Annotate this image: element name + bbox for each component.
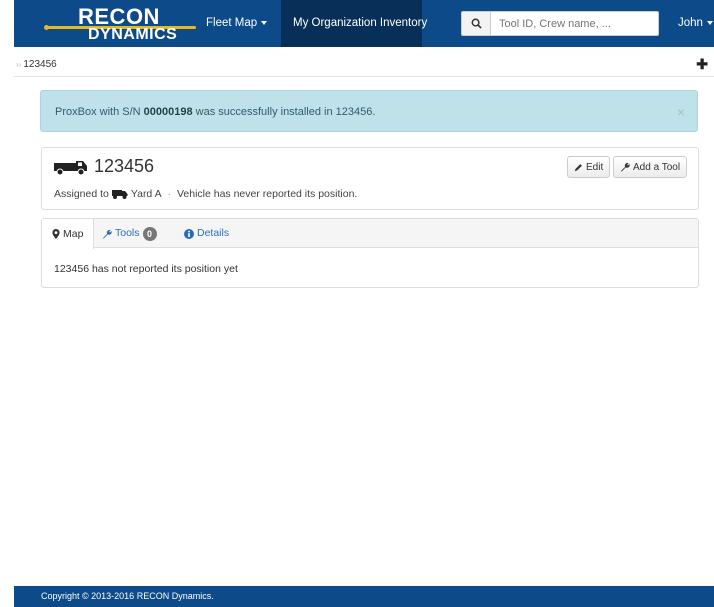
breadcrumb-bar: ›› 123456 ✚ — [14, 55, 714, 77]
yard-link[interactable]: Yard A — [131, 188, 162, 200]
vehicle-title: 123456 — [54, 156, 154, 177]
search-icon — [471, 18, 482, 29]
vehicle-subtitle: Assigned to Yard A · Vehicle has never r… — [54, 188, 357, 200]
chevron-down-icon — [261, 20, 268, 25]
subtitle-separator: · — [167, 188, 171, 200]
user-menu[interactable]: John — [666, 0, 714, 47]
search-button[interactable] — [461, 11, 491, 36]
breadcrumb-separator-icon: ›› — [16, 60, 22, 69]
nav-organization-inventory[interactable]: My Organization Inventory — [281, 0, 427, 47]
vehicle-position-status: Vehicle has never reported its position. — [176, 188, 358, 200]
wrench-icon — [103, 229, 112, 239]
nav-fleet-map-label: Fleet Map — [206, 17, 258, 29]
map-tab-message: 123456 has not reported its position yet — [54, 263, 238, 275]
breadcrumb: ›› 123456 — [16, 59, 57, 70]
yard-vehicle-icon — [111, 189, 128, 199]
edit-button-label: Edit — [586, 161, 604, 173]
vehicle-name: 123456 — [94, 156, 155, 176]
tools-count-badge: 0 — [142, 226, 157, 241]
success-alert: ProxBox with S/N 00000198 was successful… — [40, 90, 698, 132]
alert-serial-number: 00000198 — [143, 106, 193, 118]
tab-tools-label: Tools — [115, 227, 140, 239]
footer-copyright: Copyright © 2013-2016 RECON Dynamics. — [41, 591, 214, 601]
add-tool-button[interactable]: Add a Tool — [613, 156, 688, 178]
wrench-icon — [621, 162, 630, 172]
close-icon[interactable]: × — [677, 91, 685, 133]
logo-dot — [44, 25, 49, 30]
chevron-down-icon — [706, 20, 713, 25]
truck-icon — [54, 160, 87, 175]
alert-text-prefix: ProxBox with S/N — [55, 106, 144, 118]
tab-bar: Map Tools 0 Details — [42, 219, 698, 249]
breadcrumb-current: 123456 — [23, 59, 57, 70]
alert-text-suffix: was successfully installed in 123456. — [192, 106, 376, 118]
footer: Copyright © 2013-2016 RECON Dynamics. — [14, 586, 714, 607]
vehicle-panel: 123456 Assigned to Yard A · Vehicle has … — [41, 147, 699, 210]
search-box — [461, 11, 659, 36]
add-tool-button-label: Add a Tool — [633, 161, 681, 173]
plus-icon[interactable]: ✚ — [696, 56, 708, 73]
user-name: John — [678, 17, 703, 29]
search-input[interactable] — [491, 11, 659, 36]
tab-map[interactable]: Map — [42, 219, 95, 249]
top-navbar: RECON DYNAMICS Fleet Map My Organization… — [14, 0, 714, 47]
map-marker-icon — [52, 229, 60, 239]
recon-dynamics-logo[interactable]: RECON DYNAMICS — [38, 6, 208, 44]
tab-map-label: Map — [63, 227, 84, 240]
tab-details-label: Details — [197, 227, 230, 239]
edit-button[interactable]: Edit — [567, 156, 611, 178]
logo-text-bottom: DYNAMICS — [88, 26, 178, 43]
info-icon — [184, 228, 194, 239]
nav-fleet-map[interactable]: Fleet Map — [194, 0, 279, 47]
pencil-icon — [574, 163, 582, 171]
assigned-to-label: Assigned to — [54, 188, 109, 200]
tabs-panel: Map Tools 0 Details 123456 has not repor… — [41, 218, 699, 288]
logo-text-top: RECON — [78, 4, 160, 29]
tab-details[interactable]: Details — [174, 219, 239, 248]
tab-tools[interactable]: Tools 0 — [92, 219, 167, 248]
